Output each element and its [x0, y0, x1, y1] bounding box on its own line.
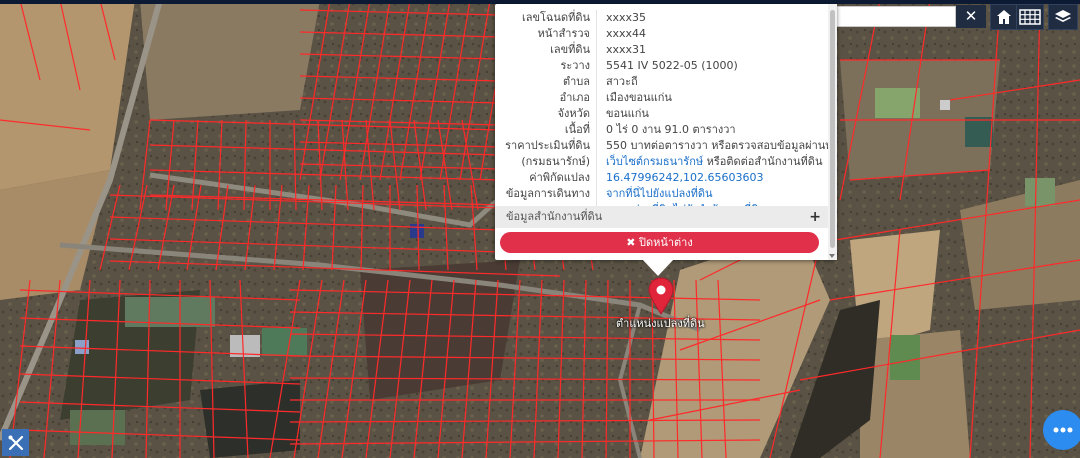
info-row: จังหวัด ขอนแก่น: [495, 106, 828, 122]
layers-button[interactable]: [1048, 4, 1078, 30]
info-label: ตำบล: [562, 75, 590, 88]
info-label: อำเภอ: [559, 91, 590, 104]
popup-content: เลขโฉนดที่ดิน xxxx35 หน้าสำรวจ xxxx44 เลขที่…: [495, 4, 828, 260]
parcel-info-table: เลขโฉนดที่ดิน xxxx35 หน้าสำรวจ xxxx44 เลขที่…: [495, 10, 828, 218]
info-label: จังหวัด: [557, 107, 590, 120]
info-row: ค่าพิกัดแปลง 16.47996242,102.65603603: [495, 170, 828, 186]
info-value: xxxx35: [606, 11, 647, 24]
scroll-down-arrow-icon[interactable]: [829, 254, 835, 258]
info-label: (กรมธนารักษ์): [521, 155, 590, 168]
scroll-thumb[interactable]: [830, 10, 835, 248]
popup-pointer: [642, 259, 674, 276]
info-row: อำเภอ เมืองขอนแก่น: [495, 90, 828, 106]
info-value: 550 บาทต่อตารางวา หรือตรวจสอบข้อมูลผ่านท…: [606, 139, 828, 152]
pin-label: ตำแหน่งแปลงที่ดิน: [616, 317, 705, 330]
info-row: ราคาประเมินที่ดิน 550 บาทต่อตารางวา หรือต…: [495, 138, 828, 154]
info-value: 0 ไร่ 0 งาน 91.0 ตารางวา: [606, 123, 736, 136]
tools-button[interactable]: [2, 429, 29, 456]
directions-to-parcel-link[interactable]: จากที่นี่ไปยังแปลงที่ดิน: [597, 186, 828, 202]
info-row: หน้าสำรวจ xxxx44: [495, 26, 828, 42]
search-close-button[interactable]: ✕: [956, 5, 986, 28]
info-label: เลขโฉนดที่ดิน: [522, 11, 590, 24]
info-value: ขอนแก่น: [606, 107, 649, 120]
info-value: xxxx31: [606, 43, 647, 56]
popup-scrollbar[interactable]: [828, 4, 837, 260]
info-row: เลขโฉนดที่ดิน xxxx35: [495, 10, 828, 26]
chat-fab-button[interactable]: [1043, 410, 1080, 450]
home-button[interactable]: [990, 4, 1018, 30]
info-value-text: หรือติดต่อสำนักงานที่ดิน: [703, 155, 823, 168]
info-label: ค่าพิกัดแปลง: [529, 171, 590, 184]
info-value: เมืองขอนแก่น: [606, 91, 672, 104]
info-label: ข้อมูลการเดินทาง: [505, 187, 590, 200]
close-window-button[interactable]: ✖ ปิดหน้าต่าง: [500, 232, 819, 253]
info-value: เว็บไซต์กรมธนารักษ์ หรือติดต่อสำนักงานที…: [597, 154, 828, 170]
more-dots-icon: [1053, 427, 1073, 433]
info-label: ราคาประเมินที่ดิน: [505, 139, 590, 152]
info-value: 5541 IV 5022-05 (1000): [606, 59, 738, 72]
info-row: เลขที่ดิน xxxx31: [495, 42, 828, 58]
grid-button[interactable]: [1016, 4, 1044, 30]
treasury-website-link[interactable]: เว็บไซต์กรมธนารักษ์: [606, 155, 703, 168]
tools-icon: [8, 435, 23, 450]
info-value: สาวะถี: [606, 75, 638, 88]
info-row: เนื้อที่ 0 ไร่ 0 งาน 91.0 ตารางวา: [495, 122, 828, 138]
info-label: ระวาง: [560, 59, 590, 72]
info-row: ระวาง 5541 IV 5022-05 (1000): [495, 58, 828, 74]
parcel-info-popup: เลขโฉนดที่ดิน xxxx35 หน้าสำรวจ xxxx44 เลขที่…: [495, 4, 837, 260]
home-icon: [997, 10, 1011, 24]
info-row: (กรมธนารักษ์) เว็บไซต์กรมธนารักษ์ หรือติด…: [495, 154, 828, 170]
land-office-section[interactable]: ข้อมูลสำนักงานที่ดิน +: [495, 206, 828, 228]
expand-plus-icon[interactable]: +: [809, 206, 821, 228]
info-label: เลขที่ดิน: [550, 43, 590, 56]
coordinates-link[interactable]: 16.47996242,102.65603603: [597, 170, 828, 186]
info-label: หน้าสำรวจ: [537, 27, 590, 40]
grid-icon: [1019, 9, 1041, 25]
info-label: เนื้อที่: [564, 123, 590, 136]
layers-icon: [1055, 10, 1071, 22]
info-value: xxxx44: [606, 27, 647, 40]
info-row: ตำบล สาวะถี: [495, 74, 828, 90]
info-row: ข้อมูลการเดินทาง จากที่นี่ไปยังแปลงที่ดิน: [495, 186, 828, 202]
land-office-section-label: ข้อมูลสำนักงานที่ดิน: [506, 210, 603, 223]
